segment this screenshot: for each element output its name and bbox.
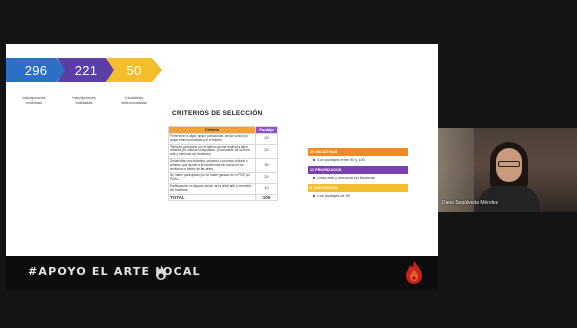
criterion-text: No haber participado y/o no haber ganado…	[168, 172, 256, 184]
criterion-points: 20	[255, 133, 278, 145]
card-initiatives: 39 INICIATIVAS Con puntajes entre 90 y 1…	[308, 148, 408, 165]
bullet-icon	[313, 159, 315, 161]
card-prioritized-bullet: Línea arte y memoria sin fronteras	[317, 176, 375, 180]
table-row: No haber participado y/o no haber ganado…	[168, 172, 278, 184]
criterion-points: 20	[255, 143, 278, 159]
card-substitutes-body: Con puntajes de 90	[308, 192, 408, 201]
card-prioritized-body: Línea arte y memoria sin fronteras	[308, 174, 408, 183]
stat-label-received: Inscripciones recibidas	[22, 95, 46, 105]
table-row: Participación en alguna acción de la lín…	[168, 182, 278, 195]
campaign-banner: #APOYO EL ARTE LOCAL	[6, 256, 438, 290]
criteria-header-criterion: Criterio	[168, 126, 256, 134]
criterion-text: Desarrollar una iniciativa, proyecto o p…	[168, 157, 256, 174]
card-initiatives-body: Con puntajes entre 90 y 100	[308, 156, 408, 165]
table-row: Pertenecer a algún grupo poblacional, se…	[168, 133, 278, 145]
criterion-text: Pertenecer a algún grupo poblacional, se…	[168, 133, 256, 145]
criterion-text: Participación en alguna acción de la lín…	[168, 182, 256, 195]
criterion-points: 30	[255, 157, 278, 174]
stat-label-selected: Iniciativas seleccionadas	[121, 95, 147, 105]
participant-body	[478, 186, 540, 212]
criteria-header-row: Criterio Puntaje	[168, 126, 278, 134]
participant-glasses	[498, 161, 520, 167]
stat-label-validated: Inscripciones validadas	[72, 95, 96, 105]
table-row: Desarrollar una iniciativa, proyecto o p…	[168, 157, 278, 174]
fire-logo-icon	[406, 261, 422, 284]
stat-value-validated: 221	[74, 62, 98, 78]
bullet-icon	[313, 177, 315, 179]
stat-value-received: 296	[24, 62, 48, 78]
card-initiatives-bullet: Con puntajes entre 90 y 100	[317, 158, 365, 162]
table-row: Territorio priorizado por el talento don…	[168, 143, 278, 159]
flame-emblem-icon	[156, 265, 166, 280]
card-substitutes: 8 SUPLENCIAS Con puntajes de 90	[308, 184, 408, 201]
card-substitutes-bullet: Con puntajes de 90	[317, 194, 350, 198]
stat-value-selected: 50	[126, 62, 142, 78]
presentation-slide: 296 221 50 Inscripciones recibidas Inscr…	[6, 44, 438, 256]
total-value: 100	[255, 193, 278, 202]
criteria-title: CRITERIOS DE SELECCIÓN	[172, 110, 263, 117]
meeting-stage: 296 221 50 Inscripciones recibidas Inscr…	[0, 0, 577, 328]
bullet-icon	[313, 195, 315, 197]
card-prioritized: 11 PRIORIZADOS Línea arte y memoria sin …	[308, 166, 408, 183]
criteria-header-points: Puntaje	[255, 126, 278, 134]
stat-chevron-selected: 50	[106, 58, 162, 82]
criteria-table: Criterio Puntaje Pertenecer a algún grup…	[168, 126, 278, 202]
card-prioritized-header: 11 PRIORIZADOS	[308, 166, 408, 174]
table-total-row: TOTAL 100	[168, 193, 278, 202]
stat-chevron-received: 296	[6, 58, 66, 82]
participant-name-label: Dana Sepúlveda Méndez	[442, 200, 499, 206]
card-initiatives-header: 39 INICIATIVAS	[308, 148, 408, 156]
participant-video-tile[interactable]: Dana Sepúlveda Méndez	[438, 128, 577, 212]
criterion-points: 20	[255, 172, 278, 184]
criterion-points: 10	[255, 182, 278, 195]
criterion-text: Territorio priorizado por el talento don…	[168, 143, 256, 159]
banner-hashtag: #APOYO EL ARTE LOCAL	[28, 265, 201, 278]
total-label: TOTAL	[168, 193, 256, 202]
card-substitutes-header: 8 SUPLENCIAS	[308, 184, 408, 192]
stat-chevron-validated: 221	[57, 58, 115, 82]
